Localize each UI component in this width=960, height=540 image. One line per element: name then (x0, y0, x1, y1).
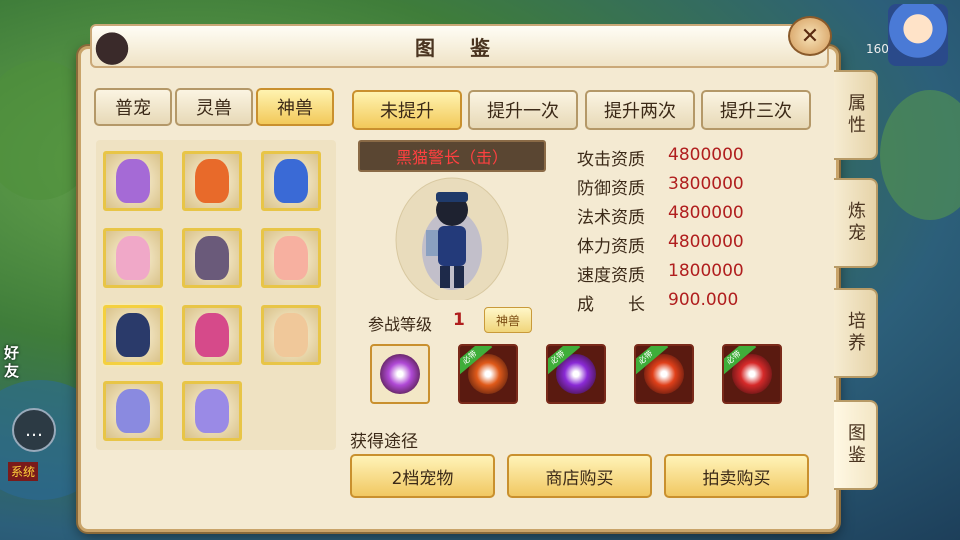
divine-beast-badge: 神兽 (484, 307, 532, 333)
acquire-button-0[interactable]: 2档宠物 (350, 454, 495, 498)
background-foliage-right (880, 90, 960, 220)
pet-figure (195, 313, 229, 357)
pet-slot[interactable] (103, 305, 163, 365)
pet-slot[interactable] (261, 305, 321, 365)
pet-figure (274, 313, 308, 357)
upgrade-tab-2[interactable]: 提升两次 (585, 90, 695, 130)
stat-label: 法术资质 (577, 208, 645, 228)
battle-level-label: 参战等级 (368, 315, 433, 334)
pet-figure (116, 313, 150, 357)
skill-orb (380, 354, 420, 394)
stat-label: 防御资质 (577, 179, 645, 199)
chat-icon[interactable]: … (12, 408, 56, 452)
acquire-button-2[interactable]: 拍卖购买 (664, 454, 809, 498)
skill-shadow-icon[interactable]: 必带 (546, 344, 606, 404)
side-tab-1[interactable]: 炼宠 (834, 178, 878, 268)
pet-slot[interactable] (182, 305, 242, 365)
stat-value: 1800000 (668, 261, 744, 281)
portrait-cap (436, 192, 468, 202)
pet-slot[interactable] (103, 228, 163, 288)
portrait-leg-right (454, 266, 464, 288)
stat-label: 速度资质 (577, 266, 645, 286)
stat-value: 3800000 (668, 174, 744, 194)
level-readout: 160 (866, 42, 889, 56)
pet-figure (116, 236, 150, 280)
stat-value: 4800000 (668, 203, 744, 223)
portrait-body (438, 226, 466, 266)
pet-slot[interactable] (103, 151, 163, 211)
left-hud: 好友 … 系统 (0, 0, 78, 540)
stat-value: 4800000 (668, 232, 744, 252)
side-tab-0[interactable]: 属性 (834, 70, 878, 160)
pet-slot[interactable] (103, 381, 163, 441)
stat-value: 4800000 (668, 145, 744, 165)
pet-figure (195, 159, 229, 203)
pet-figure (274, 236, 308, 280)
pet-figure (274, 159, 308, 203)
cat-mascot-icon (84, 20, 140, 72)
skill-vortex-icon[interactable] (370, 344, 430, 404)
pet-figure (116, 159, 150, 203)
pet-slot[interactable] (182, 381, 242, 441)
pet-slot[interactable] (261, 151, 321, 211)
friend-label[interactable]: 好友 (4, 344, 30, 380)
pet-figure (195, 236, 229, 280)
stat-value: 900.000 (668, 290, 739, 310)
side-tab-3[interactable]: 图鉴 (834, 400, 878, 490)
pet-figure (116, 389, 150, 433)
acquire-label: 获得途径 (350, 432, 418, 452)
pet-slot[interactable] (182, 151, 242, 211)
category-tab-1[interactable]: 灵兽 (175, 88, 253, 126)
pet-figure (195, 389, 229, 433)
window-title: 图 鉴 (415, 35, 504, 60)
acquire-button-1[interactable]: 商店购买 (507, 454, 652, 498)
upgrade-tab-1[interactable]: 提升一次 (468, 90, 578, 130)
title-bar: 图 鉴 (90, 24, 829, 68)
upgrade-tab-0[interactable]: 未提升 (352, 90, 462, 130)
system-label[interactable]: 系统 (8, 462, 39, 481)
skill-fire-orb-icon[interactable]: 必带 (634, 344, 694, 404)
close-button[interactable]: ✕ (788, 16, 832, 56)
portrait-weapon (426, 230, 438, 256)
stat-label: 成 长 (577, 295, 645, 315)
skill-heart-icon[interactable]: 必带 (722, 344, 782, 404)
category-tab-2[interactable]: 神兽 (256, 88, 334, 126)
pet-slot[interactable] (261, 228, 321, 288)
upgrade-tab-3[interactable]: 提升三次 (701, 90, 811, 130)
player-avatar[interactable] (888, 4, 948, 66)
portrait-leg-left (440, 266, 450, 288)
skill-lightning-icon[interactable]: 必带 (458, 344, 518, 404)
category-tab-0[interactable]: 普宠 (94, 88, 172, 126)
battle-level-value: 1 (453, 310, 465, 330)
stat-label: 攻击资质 (577, 150, 645, 170)
stat-label: 体力资质 (577, 237, 645, 257)
pet-slot[interactable] (182, 228, 242, 288)
pet-name: 黑猫警长（击） (358, 140, 546, 172)
side-tab-2[interactable]: 培养 (834, 288, 878, 378)
pet-portrait (395, 177, 509, 300)
